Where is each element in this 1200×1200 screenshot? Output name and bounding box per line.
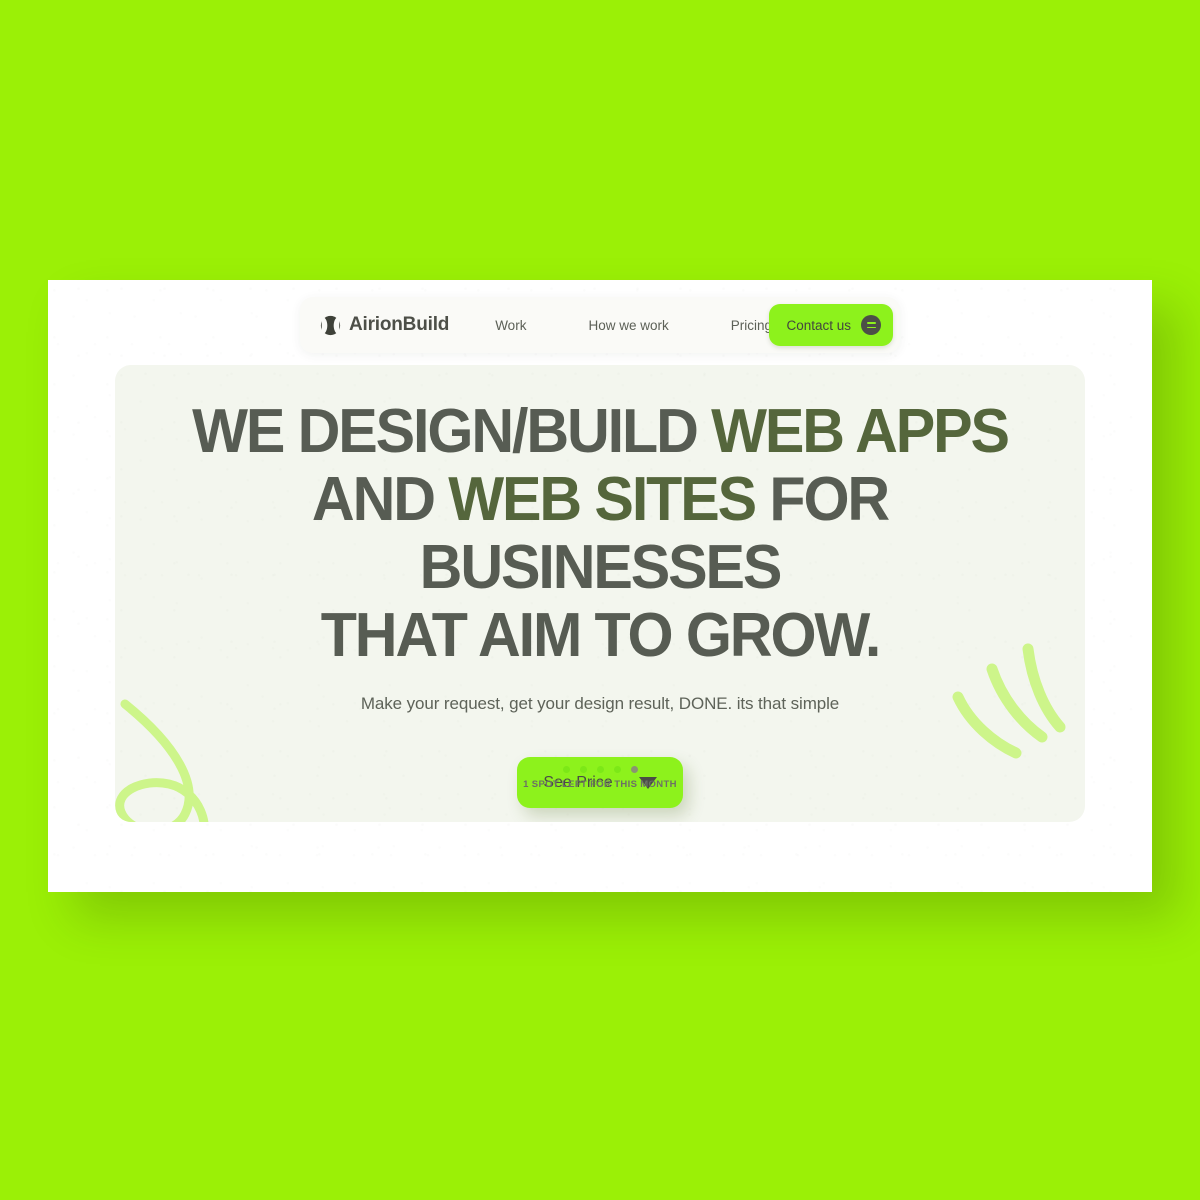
headline-line-3: THAT AIM TO GROW. (320, 601, 882, 670)
hero-card: WE DESIGN/BUILD WEB APPS AND WEB SITES F… (115, 365, 1085, 822)
headline-line1-plain: WE DESIGN/BUILD (192, 397, 712, 466)
nav-link-work[interactable]: Work (495, 312, 526, 339)
headline-line1-accent: WEB APPS (711, 397, 1010, 466)
menu-circle-icon (861, 315, 881, 335)
hero-subtitle: Make your request, get your design resul… (360, 694, 840, 713)
sphere-logo-icon (320, 315, 341, 335)
website-panel: AirionBuild Work How we work Pricing Con… (48, 280, 1152, 892)
slot-dot-5 (630, 766, 638, 773)
brand-logo[interactable]: AirionBuild (320, 314, 449, 336)
slot-dot-2 (579, 766, 587, 773)
nav-link-how-we-work[interactable]: How we work (588, 312, 668, 339)
hero-headline: WE DESIGN/BUILD WEB APPS AND WEB SITES F… (137, 398, 1063, 670)
nav-links: Work How we work Pricing (495, 312, 772, 339)
slot-dot-4 (613, 766, 621, 773)
availability-label: 1 SPOT LEFT FOR THIS MONTH (523, 779, 677, 790)
slot-dots (562, 766, 638, 773)
headline-line-2: AND WEB SITES FOR BUSINESSES (311, 465, 890, 602)
contact-us-button[interactable]: Contact us (769, 304, 893, 346)
slot-dot-1 (562, 766, 570, 773)
availability-indicator: 1 SPOT LEFT FOR THIS MONTH (115, 766, 1085, 790)
slot-dot-3 (596, 766, 604, 773)
navbar: AirionBuild Work How we work Pricing Con… (300, 297, 900, 353)
headline-line2-plain-a: AND (311, 465, 449, 534)
nav-link-pricing[interactable]: Pricing (731, 312, 772, 339)
headline-line-1: WE DESIGN/BUILD WEB APPS (192, 397, 1010, 466)
headline-line2-accent: WEB SITES (448, 465, 757, 534)
contact-us-label: Contact us (786, 317, 851, 333)
brand-name: AirionBuild (349, 314, 450, 335)
